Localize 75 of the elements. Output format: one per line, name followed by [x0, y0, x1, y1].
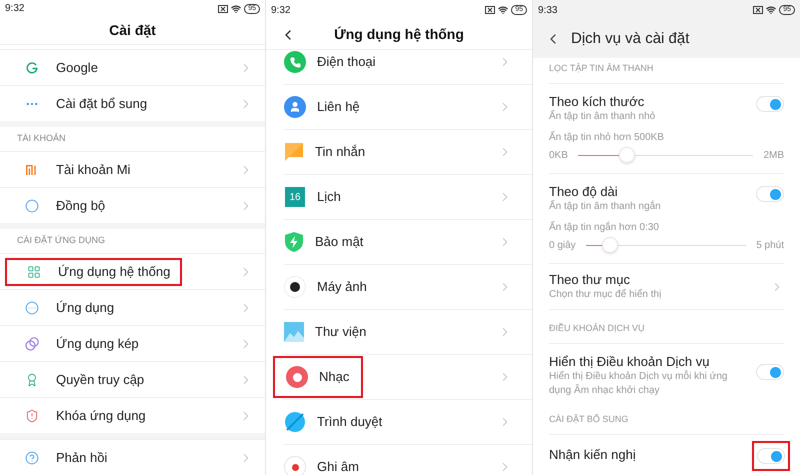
app-item-label[interactable]: Điện thoại [317, 52, 376, 72]
menu-item-label[interactable]: Ứng dụng hệ thống [58, 262, 170, 282]
menu-item-label[interactable]: Cài đặt bổ sung [56, 94, 148, 114]
section-header: CÀI ĐẶT BỔ SUNG [549, 412, 628, 426]
menu-item-label[interactable]: Khóa ứng dụng [56, 406, 146, 426]
app-item-label[interactable]: Máy ảnh [317, 277, 367, 297]
dots-circle-icon [25, 300, 39, 314]
phone-app-icon [284, 51, 306, 73]
section-header: LỌC TẬP TIN ÂM THANH [549, 62, 654, 74]
shield-app-icon [284, 231, 304, 253]
gallery-app-icon [284, 322, 304, 342]
app-item-label[interactable]: Thư viện [315, 322, 366, 342]
section-header: ĐIỀU KHOẢN DỊCH VỤ [549, 322, 645, 334]
setting-title: Nhận kiến nghị [549, 447, 636, 463]
app-item-label[interactable]: Trình duyệt [317, 412, 382, 432]
setting-title[interactable]: Theo thư mục [549, 272, 662, 288]
setting-description: Ẩn tập tin âm thanh ngắn [549, 200, 661, 214]
sim-icon [753, 6, 764, 14]
app-item-label[interactable]: Lịch [317, 187, 341, 207]
slider-max-label: 5 phút [756, 238, 784, 252]
overlapping-circles-icon [25, 336, 39, 350]
award-icon [25, 372, 39, 386]
status-time: 9:32 [271, 4, 290, 18]
menu-item-label[interactable]: Google [56, 58, 98, 78]
g-logo-icon [26, 62, 38, 74]
music-app-icon [286, 366, 308, 388]
slider-caption: Ẩn tập tin ngắn hơn 0:30 [549, 221, 660, 235]
toggle-switch[interactable] [756, 186, 784, 202]
slider-thumb[interactable] [602, 236, 618, 252]
setting-description: Hiển thị Điều khoản Dịch vụ mỗi khi ứng dụng Âm nhạc khởi chạy [549, 370, 728, 398]
slider-min-label: 0 giây [549, 238, 576, 252]
circle-icon [25, 198, 39, 212]
menu-item-label[interactable]: Đồng bộ [56, 196, 106, 216]
setting-title: Theo kích thước [549, 94, 646, 110]
calendar-app-icon: 16 [285, 187, 305, 207]
slider-thumb[interactable] [619, 146, 636, 162]
slider-min-label: 0KB [549, 148, 568, 162]
app-item-label[interactable]: Bảo mật [315, 232, 364, 252]
setting-title: Theo độ dài [549, 184, 619, 200]
menu-item-label[interactable]: Phản hồi [56, 448, 108, 468]
slider-max-label: 2MB [763, 148, 784, 162]
app-item-label[interactable]: Tin nhắn [315, 142, 366, 162]
screen-title: Ứng dụng hệ thống [334, 25, 464, 44]
app-item-label[interactable]: Ghi âm [317, 457, 359, 475]
mi-logo-icon [26, 164, 38, 174]
setting-description: Ẩn tập tin âm thanh nhỏ [549, 110, 656, 124]
menu-item-label[interactable]: Ứng dụng kép [56, 334, 139, 354]
wifi-icon [231, 4, 242, 14]
shield-icon [25, 408, 39, 422]
wifi-icon [766, 5, 776, 15]
app-item-label[interactable]: Nhạc [319, 367, 350, 387]
screen-title: Cài đặt [109, 21, 156, 40]
slider-caption: Ẩn tập tin nhỏ hơn 500KB [549, 131, 665, 145]
wifi-icon [498, 5, 508, 15]
status-time: 9:32 [5, 2, 24, 16]
message-app-icon [284, 142, 304, 162]
menu-item-label[interactable]: Ứng dụng [56, 298, 114, 318]
section-header: CÀI ĐẶT ỨNG DỤNG [17, 234, 106, 248]
help-icon [25, 450, 39, 464]
screen-title: Dịch vụ và cài đặt [571, 28, 690, 49]
menu-item-label[interactable]: Quyền truy cập [56, 370, 144, 390]
toggle-switch[interactable] [756, 364, 784, 380]
grid-icon [27, 264, 41, 278]
toggle-switch[interactable] [756, 96, 784, 112]
toggle-switch[interactable] [757, 448, 785, 464]
camera-app-icon [284, 276, 306, 298]
sim-icon [218, 4, 228, 13]
section-header: TÀI KHOẢN [17, 132, 66, 146]
menu-item-label[interactable]: Tài khoản Mi [56, 160, 130, 180]
contacts-app-icon [284, 96, 306, 118]
setting-description: Chọn thư mục để hiển thị [549, 288, 662, 302]
app-item-label[interactable]: Liên hệ [317, 97, 360, 117]
sim-icon [485, 6, 496, 14]
status-time: 9:33 [538, 4, 558, 18]
setting-title: Hiển thị Điều khoản Dịch vụ [549, 354, 710, 370]
